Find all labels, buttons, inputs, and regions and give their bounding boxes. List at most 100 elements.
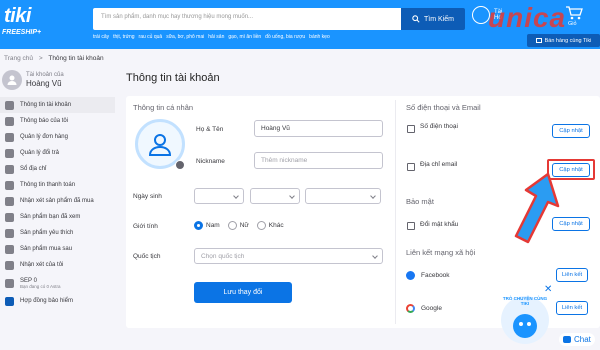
sidebar-item-payment[interactable]: Thông tin thanh toán [0, 177, 115, 193]
store-icon [535, 38, 542, 43]
facebook-icon [406, 271, 415, 280]
sidebar-item-favorites[interactable]: Sản phẩm yêu thích [0, 225, 115, 241]
profile-label: Tài khoản của [26, 72, 64, 78]
lock-icon [407, 222, 415, 230]
sidebar-item-label: Sản phẩm mua sau [20, 246, 73, 252]
user-avatar-icon [148, 134, 172, 156]
sidebar-item-sep[interactable]: SEP 0 Bạn đang có 0 Astra [0, 273, 115, 293]
birthday-year-select[interactable] [305, 188, 381, 204]
edit-avatar-icon[interactable] [175, 160, 185, 170]
quick-link[interactable]: trái cây [93, 34, 109, 40]
chat-button-label: Chat [574, 335, 591, 344]
radio-label: Khác [268, 222, 284, 229]
cart-icon [566, 6, 583, 20]
sidebar-item-label: Hợp đồng bảo hiểm [20, 298, 73, 304]
google-label: Google [421, 305, 442, 312]
link-google-button[interactable]: Liên kết [556, 301, 588, 315]
sidebar-item-label: Quản lý đổi trả [20, 150, 60, 156]
gender-label: Giới tính [133, 223, 158, 230]
sidebar-item-notifications[interactable]: Thông báo của tôi [0, 113, 115, 129]
phone-icon [407, 125, 415, 133]
birthday-day-select[interactable] [194, 188, 244, 204]
google-icon [406, 304, 415, 313]
sidebar-item-buy-later[interactable]: Sản phẩm mua sau [0, 241, 115, 257]
nickname-input[interactable]: Thêm nickname [254, 152, 383, 169]
update-phone-button[interactable]: Cập nhật [552, 124, 590, 138]
pin-icon [5, 164, 14, 174]
radio-unchecked-icon [256, 221, 266, 230]
fullname-input[interactable]: Hoàng Vũ [254, 120, 383, 137]
close-icon[interactable]: ✕ [544, 284, 552, 295]
nationality-select[interactable]: Chọn quốc tịch [194, 248, 383, 264]
quick-link[interactable]: đồ uống, bia rượu [265, 34, 305, 40]
cart-label: Giỏ [568, 21, 577, 27]
sidebar-item-my-reviews[interactable]: Nhận xét của tôi [0, 257, 115, 273]
chat-button[interactable]: Chat [559, 333, 595, 346]
sep-icon [5, 278, 14, 288]
contact-heading: Số điện thoại và Email [406, 103, 481, 112]
top-header: tiki FREESHIP+ Tìm sản phẩm, danh mục ha… [0, 0, 600, 49]
sidebar-item-insurance[interactable]: Hợp đồng bảo hiểm [0, 293, 115, 309]
sidebar-item-account-info[interactable]: Thông tin tài khoản [0, 97, 115, 113]
search-input[interactable]: Tìm sản phẩm, danh mục hay thương hiệu m… [93, 8, 401, 30]
sidebar-item-address[interactable]: Sổ địa chỉ [0, 161, 115, 177]
gender-other-radio[interactable]: Khác [256, 221, 284, 230]
list-icon [5, 132, 14, 142]
nickname-label: Nickname [196, 158, 225, 165]
star-icon [5, 260, 14, 270]
quick-link[interactable]: gạo, mì ăn liền [228, 34, 261, 40]
radio-label: Nam [206, 222, 220, 229]
search-button-label: Tìm Kiếm [424, 15, 454, 23]
sidebar-item-label: Quản lý đơn hàng [20, 134, 68, 140]
sidebar-item-label: Thông báo của tôi [20, 118, 69, 124]
quick-link[interactable]: sữa, bơ, phô mai [166, 34, 204, 40]
facebook-label: Facebook [421, 272, 450, 279]
user-icon [5, 100, 14, 110]
seller-button[interactable]: Bán hàng cùng Tiki [527, 34, 600, 47]
sidebar-item-returns[interactable]: Quản lý đổi trả [0, 145, 115, 161]
breadcrumb-home[interactable]: Trang chủ [4, 55, 33, 62]
gender-female-radio[interactable]: Nữ [227, 221, 249, 230]
chat-bubble-text: TRÒ CHUYỆN CÙNG TIKI [502, 296, 548, 306]
heart-icon [5, 228, 14, 238]
sep-subtitle: Bạn đang có 0 Astra [20, 283, 61, 289]
sidebar-item-viewed[interactable]: Sản phẩm bạn đã xem [0, 209, 115, 225]
quick-link[interactable]: thịt, trứng [113, 34, 134, 40]
personal-info-heading: Thông tin cá nhân [133, 103, 194, 112]
bag-icon [5, 244, 14, 254]
nationality-label: Quốc tịch [133, 253, 161, 260]
seller-button-label: Bán hàng cùng Tiki [544, 37, 592, 44]
security-heading: Bảo mật [406, 197, 434, 206]
quick-link[interactable]: bánh kẹo [309, 34, 330, 40]
return-icon [5, 148, 14, 158]
sidebar-item-label: Sổ địa chỉ [20, 166, 47, 172]
sidebar-item-orders[interactable]: Quản lý đơn hàng [0, 129, 115, 145]
tiki-logo[interactable]: tiki [4, 5, 31, 28]
search-button[interactable]: Tìm Kiếm [401, 8, 465, 30]
card-icon [5, 180, 14, 190]
email-label: Địa chỉ email [420, 161, 458, 168]
unica-watermark: unica [488, 2, 567, 33]
gender-male-radio[interactable]: Nam [194, 221, 220, 230]
sidebar: Thông tin tài khoản Thông báo của tôi Qu… [0, 97, 115, 309]
cart-button[interactable]: Giỏ [560, 6, 588, 28]
quick-link[interactable]: hải sản [208, 34, 224, 40]
profile-name: Hoàng Vũ [26, 79, 62, 88]
sidebar-profile: Tài khoản của Hoàng Vũ [2, 70, 64, 90]
column-divider [395, 100, 396, 324]
birthday-month-select[interactable] [250, 188, 300, 204]
birthday-label: Ngày sinh [133, 193, 162, 200]
sidebar-item-label: Thông tin thanh toán [20, 182, 76, 188]
pointer-arrow-icon [514, 172, 560, 244]
breadcrumb: Trang chủ > Thông tin tài khoản [4, 55, 104, 62]
radio-label: Nữ [239, 222, 249, 229]
sidebar-item-reviews[interactable]: Nhận xét sản phẩm đã mua [0, 193, 115, 209]
quick-link[interactable]: rau củ quả [139, 34, 163, 40]
sidebar-item-label: Nhận xét của tôi [20, 262, 64, 268]
radio-checked-icon [194, 221, 203, 230]
breadcrumb-separator: > [38, 55, 43, 62]
link-facebook-button[interactable]: Liên kết [556, 268, 588, 282]
email-icon [407, 163, 415, 171]
save-button[interactable]: Lưu thay đổi [194, 282, 292, 303]
avatar [2, 70, 22, 90]
